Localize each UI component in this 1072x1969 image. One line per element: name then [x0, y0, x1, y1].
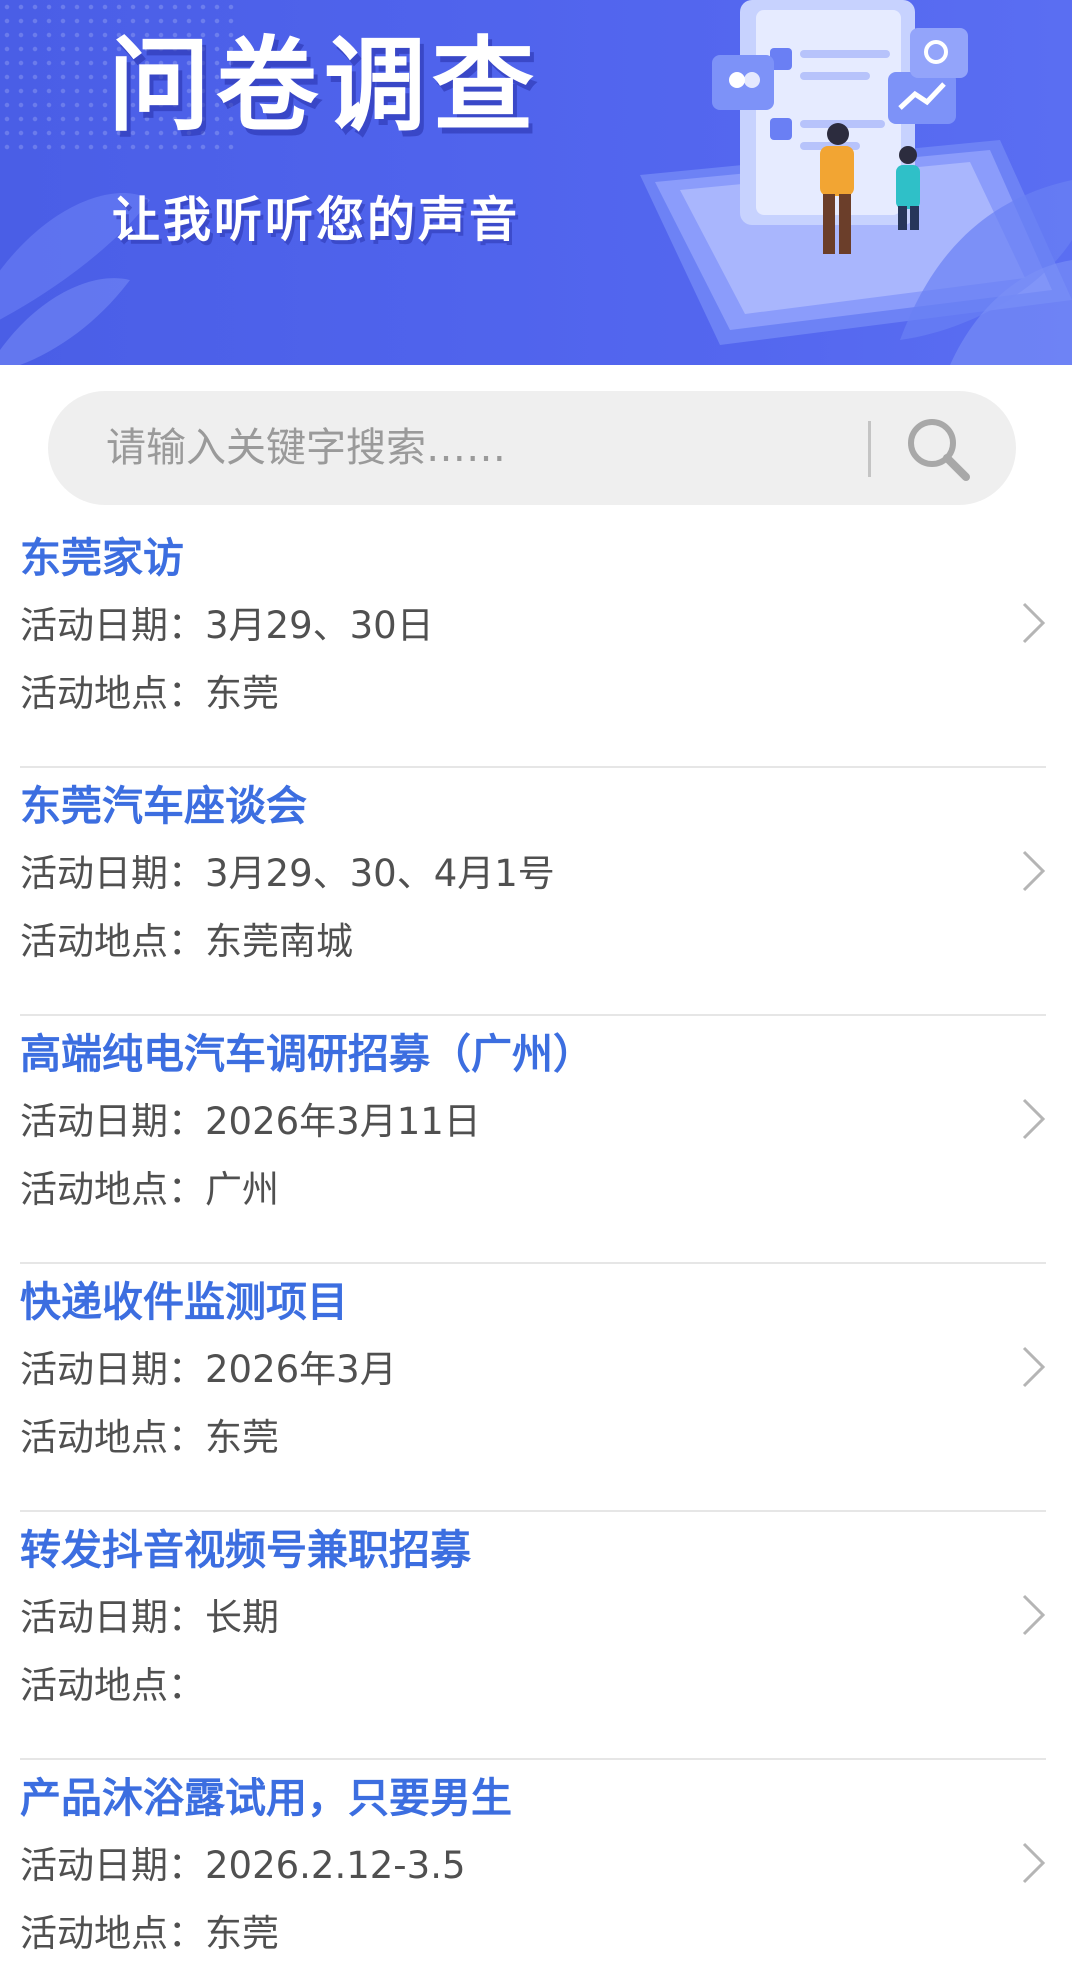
activity-title: 产品沐浴露试用，只要男生: [20, 1774, 512, 1822]
chevron-right-icon: [1022, 1842, 1046, 1884]
list-item[interactable]: 转发抖音视频号兼职招募 活动日期：长期 活动地点：: [0, 1512, 1072, 1760]
activity-title: 快递收件监测项目: [20, 1278, 348, 1326]
activity-title: 东莞汽车座谈会: [20, 782, 307, 830]
list-item[interactable]: 东莞家访 活动日期：3月29、30日 活动地点：东莞: [0, 520, 1072, 768]
banner-title: 问卷调查: [108, 27, 540, 146]
activity-date: 活动日期：长期: [20, 1596, 279, 1639]
activity-location: 活动地点：东莞: [20, 672, 279, 715]
chevron-right-icon: [1022, 1346, 1046, 1388]
activity-list: 东莞家访 活动日期：3月29、30日 活动地点：东莞 东莞汽车座谈会 活动日期：…: [0, 520, 1072, 1969]
activity-title: 转发抖音视频号兼职招募: [20, 1526, 471, 1574]
page: 问卷调查 让我听听您的声音 东莞家访 活动日期：3月29、30日 活动地点：东莞…: [0, 0, 1072, 1969]
list-item[interactable]: 高端纯电汽车调研招募（广州） 活动日期：2026年3月11日 活动地点：广州: [0, 1016, 1072, 1264]
activity-date: 活动日期：2026年3月11日: [20, 1100, 481, 1143]
activity-date: 活动日期：3月29、30日: [20, 604, 434, 647]
chevron-right-icon: [1022, 602, 1046, 644]
activity-location: 活动地点：东莞: [20, 1912, 279, 1955]
activity-date: 活动日期：3月29、30、4月1号: [20, 852, 555, 895]
survey-banner: 问卷调查 让我听听您的声音: [0, 0, 1072, 365]
activity-date: 活动日期：2026.2.12-3.5: [20, 1844, 466, 1887]
chevron-right-icon: [1022, 850, 1046, 892]
activity-title: 东莞家访: [20, 534, 184, 582]
activity-location: 活动地点：东莞: [20, 1416, 279, 1459]
chevron-right-icon: [1022, 1098, 1046, 1140]
activity-location: 活动地点：广州: [20, 1168, 279, 1211]
activity-location: 活动地点：东莞南城: [20, 920, 353, 963]
activity-location: 活动地点：: [20, 1664, 205, 1707]
activity-title: 高端纯电汽车调研招募（广州）: [20, 1030, 594, 1078]
search-input[interactable]: [106, 391, 886, 505]
banner-subtitle: 让我听听您的声音: [112, 192, 521, 248]
search-divider: [868, 421, 871, 477]
search-bar: [48, 391, 1016, 505]
list-item[interactable]: 产品沐浴露试用，只要男生 活动日期：2026.2.12-3.5 活动地点：东莞: [0, 1760, 1072, 1969]
search-icon[interactable]: [900, 411, 976, 487]
activity-date: 活动日期：2026年3月: [20, 1348, 397, 1391]
list-item[interactable]: 东莞汽车座谈会 活动日期：3月29、30、4月1号 活动地点：东莞南城: [0, 768, 1072, 1016]
list-item[interactable]: 快递收件监测项目 活动日期：2026年3月 活动地点：东莞: [0, 1264, 1072, 1512]
chevron-right-icon: [1022, 1594, 1046, 1636]
